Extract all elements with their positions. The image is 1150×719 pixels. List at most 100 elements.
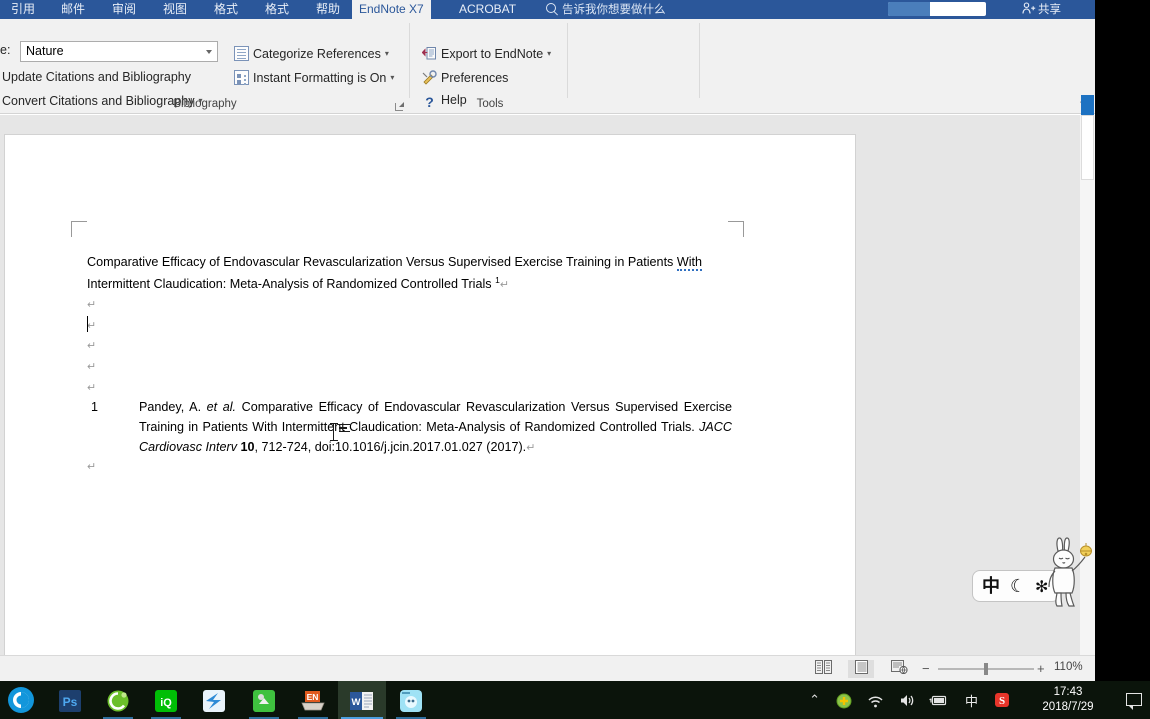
paragraph-mark: ↵ [87, 381, 97, 394]
reference-etal: et al. [206, 400, 237, 414]
endnote-ribbon: e: Nature Update Citations and Bibliogra… [0, 19, 1095, 114]
clock-date: 2018/7/29 [1042, 701, 1094, 713]
scrollbar-thumb[interactable] [1081, 115, 1094, 180]
security-shield-icon [836, 693, 852, 709]
tab-endnote-x7[interactable]: EndNote X7 [352, 0, 431, 19]
reference-pages: , 712-724, doi:10.1016/j.jcin.2017.01.02… [254, 440, 527, 454]
account-indicator[interactable] [888, 2, 986, 16]
ime-floating-toolbar[interactable]: 中 ☾ ✻ [972, 537, 1092, 611]
title-text-a: Comparative Efficacy of Endovascular Rev… [87, 255, 677, 269]
zoom-in-button[interactable]: + [1037, 662, 1045, 675]
taskbar-word[interactable]: W [338, 681, 386, 719]
taskbar-iqiyi[interactable]: iQ [142, 681, 190, 719]
photoshop-icon: Ps [59, 690, 81, 712]
paragraph-mark: ↵ [87, 361, 97, 374]
zoom-out-button[interactable]: − [922, 662, 930, 675]
volume-icon [901, 695, 914, 706]
tell-me-placeholder: 告诉我你想要做什么 [562, 4, 666, 16]
reference-volume: 10 [240, 440, 255, 454]
tab-review[interactable]: 审阅 [105, 0, 143, 19]
margin-corner-top-right [728, 221, 744, 237]
share-label: 共享 [1038, 4, 1061, 16]
ime-moon-icon[interactable]: ☾ [1010, 576, 1026, 597]
zoom-slider-handle[interactable] [984, 663, 988, 675]
tell-me-search-box[interactable]: 告诉我你想要做什么 [545, 0, 666, 19]
share-button[interactable]: 共享 [1022, 0, 1061, 19]
ribbon-group-extra [570, 19, 700, 114]
instant-formatting-button[interactable]: Instant Formatting is On ▾ [234, 70, 394, 86]
taskbar-endnote[interactable]: EN [289, 681, 337, 719]
export-icon [422, 47, 436, 60]
taskbar-game[interactable] [387, 681, 435, 719]
paragraph-mark: ↵ [87, 319, 97, 332]
update-citations-label: Update Citations and Bibliography [2, 70, 192, 85]
reference-number: 1 [91, 400, 99, 414]
paragraph-mark: ↵ [526, 442, 536, 454]
desktop-background-right [1095, 0, 1150, 681]
bibliography-entry[interactable]: 1 Pandey, A. et al. Comparative Efficacy… [87, 397, 732, 458]
zoom-percentage[interactable]: 110% [1054, 661, 1083, 673]
iqiyi-icon: iQ [155, 690, 177, 712]
group-divider [699, 23, 700, 98]
tab-format-1[interactable]: 格式 [207, 0, 245, 19]
update-citations-button[interactable]: Update Citations and Bibliography [2, 70, 191, 85]
start-button[interactable] [6, 685, 36, 715]
tray-volume[interactable] [899, 693, 916, 719]
preferences-label: Preferences [441, 71, 509, 86]
style-dropdown[interactable]: Nature [20, 41, 218, 62]
group-label-tools: Tools [476, 98, 504, 110]
tab-format-2[interactable]: 格式 [258, 0, 296, 19]
qq-browser-icon [8, 687, 34, 713]
tab-mailings[interactable]: 邮件 [54, 0, 92, 19]
style-value: Nature [26, 44, 64, 58]
read-mode-icon [814, 660, 832, 674]
title-misspelled-word: With [676, 255, 703, 271]
categorize-references-button[interactable]: Categorize References ▾ [234, 46, 389, 62]
tab-view[interactable]: 视图 [156, 0, 194, 19]
tab-help[interactable]: 帮助 [309, 0, 347, 19]
taskbar-netdisk[interactable] [240, 681, 288, 719]
bell-decoration [1080, 543, 1092, 557]
taskbar-thunder[interactable] [190, 681, 238, 719]
web-layout-button[interactable] [886, 660, 912, 678]
tab-references[interactable]: 引用 [4, 0, 42, 19]
tab-acrobat[interactable]: ACROBAT [452, 0, 523, 19]
notification-center-icon[interactable] [1126, 693, 1142, 710]
tray-sogou[interactable]: S [994, 692, 1010, 719]
tray-battery[interactable] [929, 694, 948, 719]
paragraph-mark: ↵ [87, 461, 97, 473]
chevron-down-icon: ▾ [547, 49, 552, 58]
taskbar-photoshop[interactable]: Ps [46, 681, 94, 719]
taskbar-browser[interactable] [94, 681, 142, 719]
share-person-icon [1022, 2, 1036, 14]
ime-rabbit-mascot [1048, 537, 1092, 607]
export-to-endnote-button[interactable]: Export to EndNote ▾ [422, 46, 551, 62]
chevron-down-icon: ▾ [390, 73, 395, 82]
preferences-button[interactable]: Preferences [422, 70, 508, 86]
word-icon: W [350, 692, 373, 710]
ribbon-tab-strip: 引用 邮件 审阅 视图 格式 格式 帮助 EndNote X7 ACROBAT … [0, 0, 1095, 19]
tray-security[interactable] [836, 693, 852, 719]
tray-wifi[interactable] [867, 694, 884, 719]
svg-text:Ps: Ps [63, 695, 78, 709]
document-page[interactable]: Comparative Efficacy of Endovascular Rev… [5, 135, 855, 655]
preferences-wrench-icon [422, 70, 437, 85]
read-mode-button[interactable] [810, 660, 836, 678]
document-body-text[interactable]: Comparative Efficacy of Endovascular Rev… [86, 254, 727, 400]
empty-paragraph-last: ↵ [87, 457, 96, 475]
ime-chinese-mode-button[interactable]: 中 [982, 576, 1000, 597]
edge-browser-icon [107, 690, 129, 712]
battery-icon [929, 695, 947, 706]
bibliography-dialog-launcher[interactable] [395, 102, 404, 111]
tray-ime-mode[interactable]: 中 [965, 691, 978, 719]
chevron-down-icon: ▾ [384, 49, 389, 58]
paragraph-mark: ↵ [87, 299, 97, 311]
empty-paragraph-4: ↵ [87, 359, 727, 380]
empty-paragraph-3: ↵ [87, 338, 727, 359]
tray-clock[interactable]: 17:43 2018/7/29 [1028, 685, 1108, 715]
title-text-b: Intermittent Claudication: Meta-Analysis… [87, 276, 496, 291]
export-to-endnote-label: Export to EndNote [441, 47, 544, 62]
tray-expand-chevron[interactable]: ⌃ [809, 692, 820, 719]
print-layout-button[interactable] [848, 660, 874, 678]
svg-text:iQ: iQ [160, 697, 172, 709]
